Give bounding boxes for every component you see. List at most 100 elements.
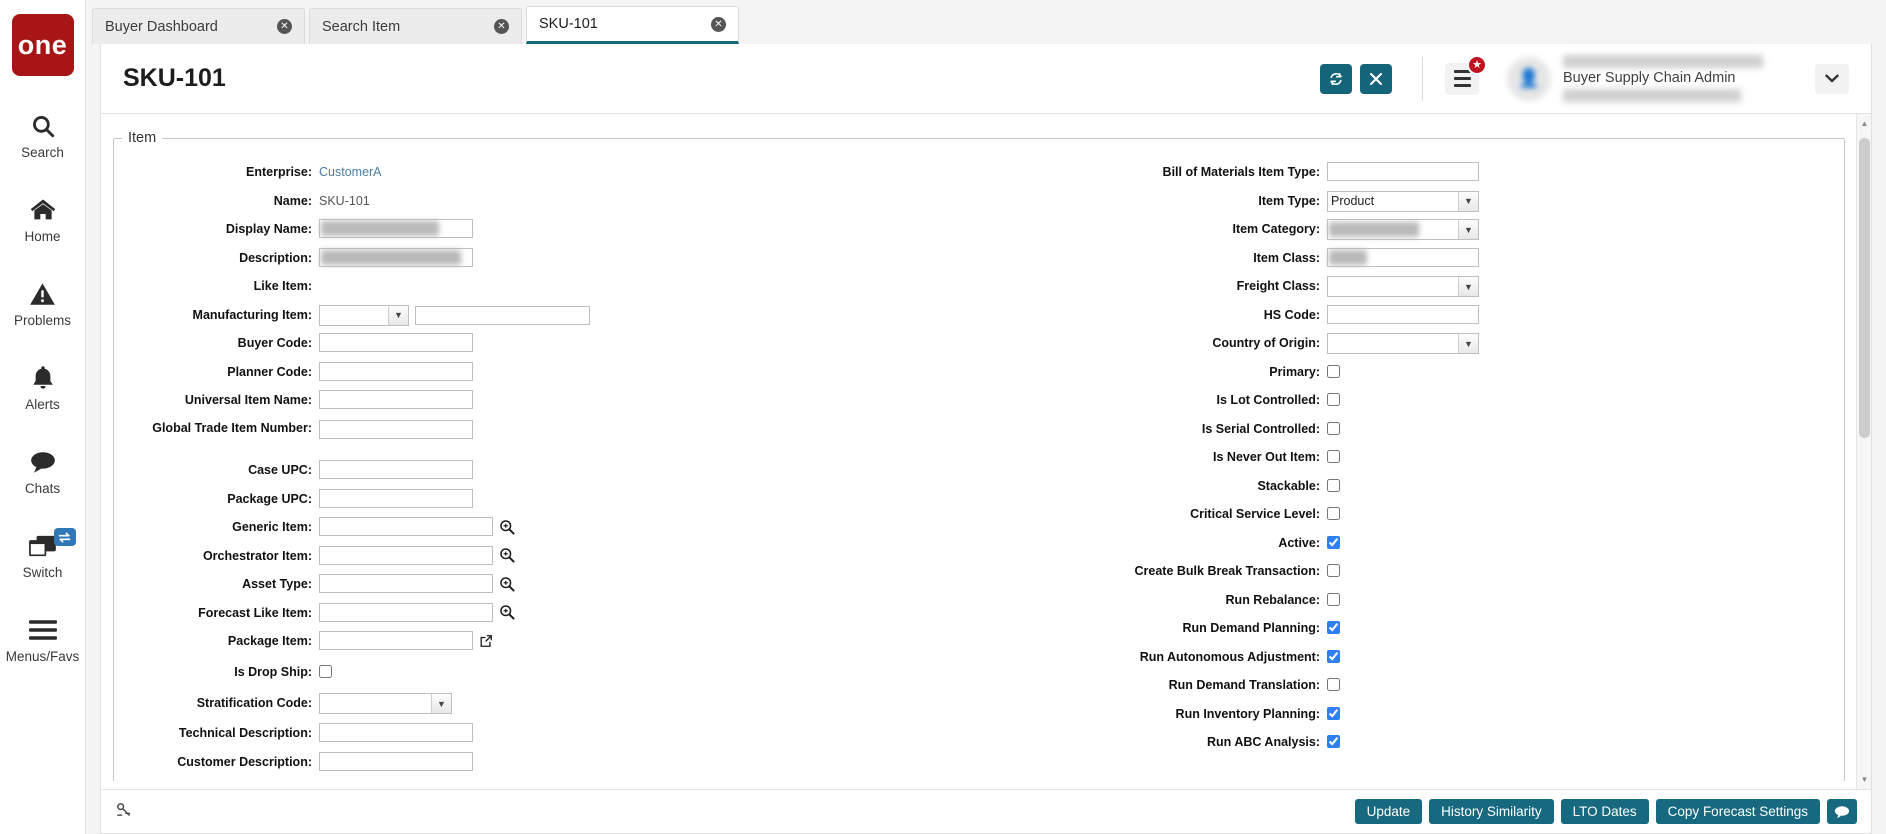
footer-actions: Update History Similarity LTO Dates Copy… <box>1354 799 1857 824</box>
stackable-checkbox[interactable] <box>1327 478 1340 492</box>
package-item-input[interactable] <box>319 631 473 650</box>
country-of-origin-select[interactable] <box>1327 333 1479 354</box>
close-circle-icon[interactable]: ✕ <box>494 19 509 34</box>
field-label: HS Code: <box>1263 307 1320 322</box>
header-menu-button[interactable]: ★ <box>1445 54 1487 95</box>
close-circle-icon[interactable]: ✕ <box>277 19 292 34</box>
planner-code-input[interactable] <box>319 361 473 381</box>
field-orchestrator-item: Orchestrator Item: <box>114 545 979 569</box>
field-forecast-like-item: Forecast Like Item: <box>114 602 979 626</box>
field-label: Freight Class: <box>1236 279 1320 293</box>
run-inventory-planning-checkbox[interactable] <box>1327 706 1340 720</box>
sidebar-item-chats[interactable]: Chats <box>0 438 86 502</box>
tab-sku-101[interactable]: SKU-101 ✕ <box>526 6 739 44</box>
field-label: Package Item: <box>227 634 312 648</box>
manufacturing-item-select[interactable] <box>319 304 409 326</box>
run-rebalance-checkbox[interactable] <box>1327 592 1340 606</box>
field-is-lot-controlled: Is Lot Controlled: <box>1017 390 1844 413</box>
universal-item-name-input[interactable] <box>319 390 473 409</box>
run-demand-translation-checkbox[interactable] <box>1327 678 1340 691</box>
bom-item-type-input[interactable] <box>1327 162 1479 181</box>
update-button[interactable]: Update <box>1354 799 1423 824</box>
field-label: Stackable: <box>1257 478 1320 493</box>
field-label: Buyer Code: <box>237 336 312 350</box>
field-hs-code: HS Code: <box>1017 304 1844 328</box>
is-serial-controlled-checkbox[interactable] <box>1327 421 1340 435</box>
field-is-serial-controlled: Is Serial Controlled: <box>1017 419 1844 442</box>
run-autonomous-adjustment-checkbox[interactable] <box>1327 649 1340 663</box>
field-label: Is Serial Controlled: <box>1201 421 1320 436</box>
app-logo[interactable]: one <box>11 14 74 76</box>
hamburger-icon <box>28 615 57 645</box>
magnifier-search-icon[interactable] <box>499 576 515 592</box>
forecast-like-item-input[interactable] <box>319 602 493 622</box>
field-generic-item: Generic Item: <box>114 517 979 540</box>
refresh-icon[interactable] <box>1320 63 1352 94</box>
asset-type-input[interactable] <box>319 574 493 593</box>
enterprise-link[interactable]: CustomerA <box>319 162 382 182</box>
field-item-type: Item Type: Product ▼ <box>1017 190 1844 214</box>
field-stackable: Stackable: <box>1017 476 1844 499</box>
active-checkbox[interactable] <box>1327 535 1340 549</box>
field-label: Critical Service Level: <box>1190 507 1320 521</box>
history-similarity-button[interactable]: History Similarity <box>1429 799 1554 824</box>
magnifier-search-icon[interactable] <box>499 519 515 535</box>
close-x-icon[interactable] <box>1360 63 1392 94</box>
sidebar-item-search[interactable]: Search <box>0 102 86 166</box>
sidebar-item-home[interactable]: Home <box>0 186 86 250</box>
stratification-code-select[interactable] <box>319 693 452 714</box>
scrollbar-thumb[interactable] <box>1859 138 1870 438</box>
chevron-down-icon[interactable] <box>1815 63 1849 94</box>
is-lot-controlled-checkbox[interactable] <box>1327 393 1340 406</box>
sidebar-item-switch[interactable]: Switch <box>0 522 86 586</box>
tab-search-item[interactable]: Search Item ✕ <box>309 8 522 44</box>
magnifier-search-icon[interactable] <box>499 604 515 620</box>
tab-buyer-dashboard[interactable]: Buyer Dashboard ✕ <box>92 8 305 44</box>
global-trade-item-number-input[interactable] <box>319 419 473 439</box>
sidebar-item-problems[interactable]: Problems <box>0 270 86 334</box>
copy-forecast-settings-button[interactable]: Copy Forecast Settings <box>1655 799 1820 824</box>
orchestrator-item-input[interactable] <box>319 545 493 565</box>
scroll-up-arrow-icon[interactable]: ▲ <box>1857 116 1871 131</box>
field-buyer-code: Buyer Code: <box>114 333 979 356</box>
sidebar-item-menus-favs[interactable]: Menus/Favs <box>0 606 86 670</box>
chat-bubble-icon[interactable] <box>1827 799 1857 824</box>
close-circle-icon[interactable]: ✕ <box>711 16 726 32</box>
field-label: Run Demand Translation: <box>1168 678 1320 692</box>
external-link-icon[interactable] <box>479 634 493 648</box>
case-upc-input[interactable] <box>319 460 473 479</box>
user-info: Buyer Supply Chain Admin <box>1563 53 1793 104</box>
field-label: Customer Description: <box>177 754 312 769</box>
field-label: Item Class: <box>1253 250 1320 265</box>
critical-service-level-checkbox[interactable] <box>1327 507 1340 520</box>
buyer-code-input[interactable] <box>319 333 473 352</box>
manufacturing-item-input[interactable] <box>415 305 590 325</box>
scroll-down-arrow-icon[interactable]: ▼ <box>1857 772 1871 787</box>
run-demand-planning-checkbox[interactable] <box>1327 621 1340 634</box>
field-label: Universal Item Name: <box>184 393 312 407</box>
technical-description-input[interactable] <box>319 723 473 742</box>
primary-checkbox[interactable] <box>1327 364 1340 378</box>
swap-arrows-icon[interactable] <box>53 528 76 546</box>
generic-item-input[interactable] <box>319 517 493 536</box>
field-primary: Primary: <box>1017 362 1844 385</box>
package-upc-input[interactable] <box>319 488 473 508</box>
item-type-select[interactable]: Product <box>1327 190 1479 212</box>
customer-description-input[interactable] <box>319 751 473 771</box>
is-never-out-item-checkbox[interactable] <box>1327 450 1340 463</box>
attachment-icon[interactable] <box>115 801 132 822</box>
is-drop-ship-checkbox[interactable] <box>319 665 332 678</box>
create-bulk-break-transaction-checkbox[interactable] <box>1327 564 1340 577</box>
field-is-drop-ship: Is Drop Ship: <box>114 662 979 685</box>
magnifier-search-icon[interactable] <box>499 547 515 563</box>
vertical-scrollbar[interactable]: ▲ ▼ <box>1856 114 1871 789</box>
avatar[interactable]: 👤 <box>1507 56 1551 101</box>
field-label: Like Item: <box>253 279 312 293</box>
run-abc-analysis-checkbox[interactable] <box>1327 735 1340 748</box>
lto-dates-button[interactable]: LTO Dates <box>1560 799 1649 824</box>
description-blurred-value <box>321 249 461 265</box>
field-label: Enterprise: <box>246 165 312 179</box>
freight-class-select[interactable] <box>1327 276 1479 297</box>
hs-code-input[interactable] <box>1327 304 1479 324</box>
sidebar-item-alerts[interactable]: Alerts <box>0 354 86 418</box>
